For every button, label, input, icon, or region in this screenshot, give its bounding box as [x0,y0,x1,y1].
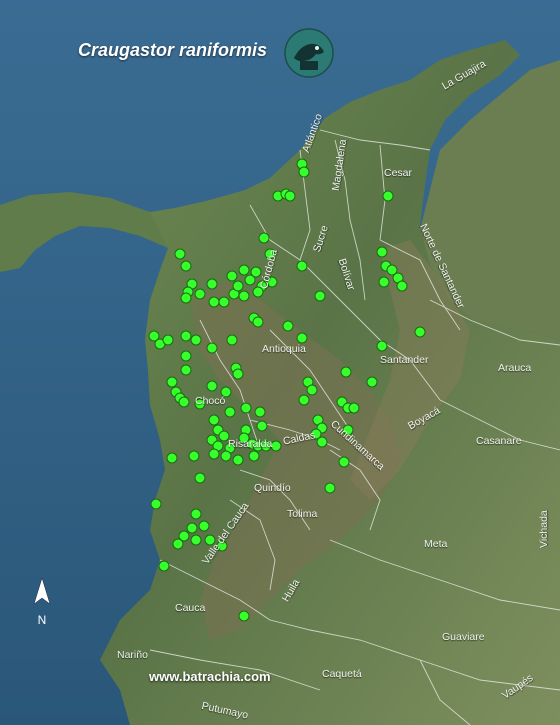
occurrence-point [220,450,232,462]
occurrence-point [298,394,310,406]
occurrence-point [270,440,282,452]
occurrence-point [188,450,200,462]
occurrence-point [232,454,244,466]
occurrence-point [194,288,206,300]
map-title: Craugastor raniformis [78,40,268,60]
occurrence-point [296,260,308,272]
distribution-map: Craugastor raniformis N www.batrachia.co… [0,0,560,725]
occurrence-point [238,610,250,622]
occurrence-point [256,420,268,432]
occurrence-point [194,472,206,484]
occurrence-point [224,406,236,418]
occurrence-point [180,350,192,362]
dept-label: Tolima [287,508,318,520]
occurrence-point [158,560,170,572]
occurrence-point [190,334,202,346]
dept-label: Arauca [498,362,532,374]
occurrence-point [306,384,318,396]
dept-label: Risaralda [228,438,273,450]
dept-label: Antioquia [262,343,306,355]
occurrence-point [208,448,220,460]
occurrence-point [396,280,408,292]
occurrence-point [338,456,350,468]
occurrence-point [314,290,326,302]
occurrence-point [226,270,238,282]
occurrence-point [298,166,310,178]
occurrence-point [324,482,336,494]
frog-logo-icon [284,28,334,78]
occurrence-point [340,366,352,378]
north-label: N [38,613,47,627]
occurrence-point [190,534,202,546]
occurrence-point [240,402,252,414]
occurrence-point [166,452,178,464]
occurrence-point [174,248,186,260]
north-arrow-icon: N [30,578,54,628]
occurrence-point [296,332,308,344]
occurrence-point [238,290,250,302]
dept-label: Nariño [117,649,148,661]
occurrence-point [198,520,210,532]
occurrence-point [186,522,198,534]
occurrence-point [232,368,244,380]
occurrence-point [232,280,244,292]
occurrence-point [414,326,426,338]
occurrence-point [166,376,178,388]
dept-label: Guaviare [442,631,485,643]
occurrence-point [178,396,190,408]
occurrence-point [254,406,266,418]
occurrence-point [252,286,264,298]
occurrence-point [238,264,250,276]
occurrence-point [366,376,378,388]
occurrence-point [190,508,202,520]
dept-label: Vichada [538,510,550,548]
dept-label: Meta [424,538,448,550]
dept-label: Cesar [384,167,413,179]
occurrence-point [252,316,264,328]
dept-label: Chocó [195,395,226,407]
occurrence-point [206,342,218,354]
website-url: www.batrachia.com [149,669,271,684]
occurrence-point [282,320,294,332]
occurrence-point [180,260,192,272]
dept-label: Cauca [175,602,206,614]
occurrence-point [382,190,394,202]
dept-label: Santander [380,354,429,366]
occurrence-point [180,330,192,342]
occurrence-point [376,246,388,258]
occurrence-point [378,276,390,288]
dept-label: Casanare [476,435,522,447]
occurrence-point [208,414,220,426]
occurrence-point [284,190,296,202]
dept-label: Quindío [254,482,291,494]
occurrence-point [206,278,218,290]
occurrence-point [376,340,388,352]
occurrence-point [150,498,162,510]
map-canvas [0,0,560,725]
occurrence-point [316,436,328,448]
occurrence-point [172,538,184,550]
occurrence-point [180,292,192,304]
occurrence-point [218,296,230,308]
occurrence-point [250,266,262,278]
occurrence-point [206,380,218,392]
occurrence-point [348,402,360,414]
dept-label: Caquetá [322,668,362,680]
occurrence-point [248,450,260,462]
occurrence-point [162,334,174,346]
occurrence-point [180,364,192,376]
occurrence-point [226,334,238,346]
occurrence-point [208,296,220,308]
occurrence-point [258,232,270,244]
